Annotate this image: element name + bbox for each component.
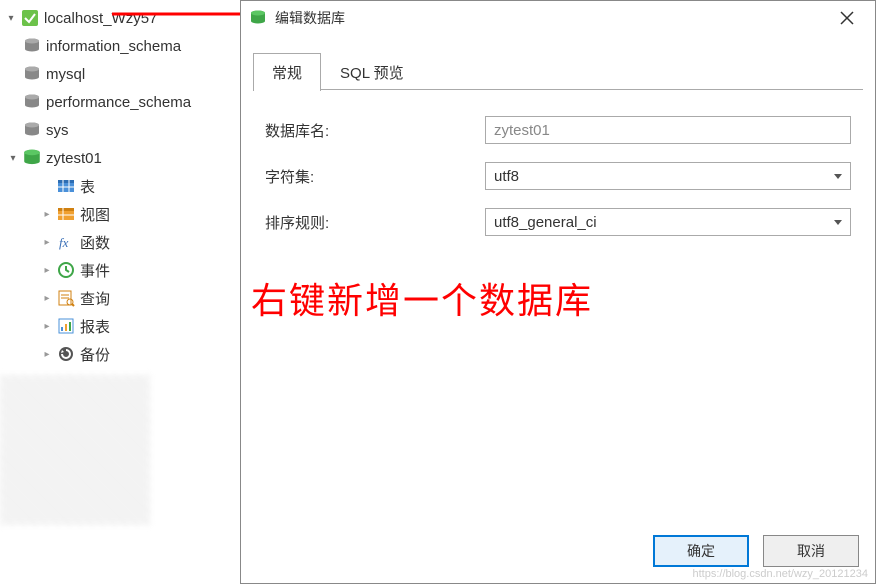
dialog-title-bar: 编辑数据库	[241, 1, 875, 35]
spacer	[40, 179, 54, 193]
close-icon	[840, 11, 854, 25]
tree-item-tables[interactable]: 表	[0, 172, 240, 200]
database-icon	[22, 120, 42, 140]
tree-item-label: 表	[80, 176, 95, 197]
db-label: performance_schema	[46, 94, 191, 111]
db-name-input[interactable]	[485, 116, 851, 144]
tab-sql-preview[interactable]: SQL 预览	[321, 53, 423, 91]
db-node[interactable]: sys	[0, 116, 240, 144]
annotation-text: 右键新增一个数据库	[251, 272, 593, 324]
backup-icon	[56, 344, 76, 364]
chevron-right-icon[interactable]: ▸	[40, 235, 54, 249]
cancel-button[interactable]: 取消	[763, 535, 859, 567]
db-label: mysql	[46, 66, 85, 83]
tree-item-queries[interactable]: ▸ 查询	[0, 284, 240, 312]
tree-item-backups[interactable]: ▸ 备份	[0, 340, 240, 368]
chevron-down-icon[interactable]: ▾	[6, 151, 20, 165]
charset-label: 字符集:	[265, 166, 485, 187]
db-label: information_schema	[46, 38, 181, 55]
connection-tree: ▾ localhost_Wzy57 information_schema mys…	[0, 0, 240, 584]
tab-label: 常规	[272, 65, 302, 82]
chevron-right-icon[interactable]: ▸	[40, 347, 54, 361]
db-node-expanded[interactable]: ▾ zytest01	[0, 144, 240, 172]
tree-item-label: 事件	[80, 260, 110, 281]
db-node[interactable]: mysql	[0, 60, 240, 88]
chevron-right-icon[interactable]: ▸	[40, 263, 54, 277]
db-label: zytest01	[46, 150, 102, 167]
row-collation: 排序规则: utf8_general_ci	[265, 208, 851, 236]
chevron-right-icon[interactable]: ▸	[40, 207, 54, 221]
charset-select[interactable]: utf8	[485, 162, 851, 190]
svg-text:fx: fx	[59, 235, 69, 250]
collation-value: utf8_general_ci	[494, 214, 597, 231]
connection-icon	[20, 8, 40, 28]
button-label: 取消	[797, 541, 825, 561]
chevron-right-icon[interactable]: ▸	[40, 319, 54, 333]
tree-item-label: 报表	[80, 316, 110, 337]
edit-database-dialog: 编辑数据库 常规 SQL 预览 数据库名: 字符集: utf8 排序规则: ut…	[240, 0, 876, 584]
ok-button[interactable]: 确定	[653, 535, 749, 567]
db-node[interactable]: performance_schema	[0, 88, 240, 116]
database-icon	[249, 9, 267, 27]
dialog-form: 数据库名: 字符集: utf8 排序规则: utf8_general_ci 右键…	[241, 92, 875, 523]
tab-label: SQL 预览	[340, 65, 404, 82]
tree-item-label: 查询	[80, 288, 110, 309]
tree-item-functions[interactable]: ▸ fx 函数	[0, 228, 240, 256]
connection-label: localhost_Wzy57	[44, 10, 157, 27]
tree-item-label: 备份	[80, 344, 110, 365]
blurred-region	[0, 375, 150, 525]
dialog-tabs: 常规 SQL 预览	[241, 35, 875, 92]
function-icon: fx	[56, 232, 76, 252]
chevron-right-icon[interactable]: ▸	[40, 291, 54, 305]
connection-node[interactable]: ▾ localhost_Wzy57	[0, 4, 240, 32]
database-icon	[22, 92, 42, 112]
row-charset: 字符集: utf8	[265, 162, 851, 190]
dialog-title: 编辑数据库	[275, 8, 827, 28]
database-icon-active	[22, 148, 42, 168]
db-label: sys	[46, 122, 69, 139]
tree-item-label: 视图	[80, 204, 110, 225]
event-icon	[56, 260, 76, 280]
tree-item-reports[interactable]: ▸ 报表	[0, 312, 240, 340]
tab-general[interactable]: 常规	[253, 53, 321, 91]
view-icon	[56, 204, 76, 224]
tree-item-label: 函数	[80, 232, 110, 253]
button-label: 确定	[687, 541, 715, 561]
db-name-label: 数据库名:	[265, 120, 485, 141]
table-icon	[56, 176, 76, 196]
tree-item-views[interactable]: ▸ 视图	[0, 200, 240, 228]
divider	[253, 89, 863, 90]
query-icon	[56, 288, 76, 308]
close-button[interactable]	[827, 3, 867, 33]
database-icon	[22, 64, 42, 84]
database-icon	[22, 36, 42, 56]
row-db-name: 数据库名:	[265, 116, 851, 144]
collation-label: 排序规则:	[265, 212, 485, 233]
report-icon	[56, 316, 76, 336]
charset-value: utf8	[494, 168, 519, 185]
chevron-down-icon[interactable]: ▾	[4, 11, 18, 25]
collation-select[interactable]: utf8_general_ci	[485, 208, 851, 236]
db-node[interactable]: information_schema	[0, 32, 240, 60]
dialog-buttons: 确定 取消	[241, 523, 875, 583]
tree-item-events[interactable]: ▸ 事件	[0, 256, 240, 284]
